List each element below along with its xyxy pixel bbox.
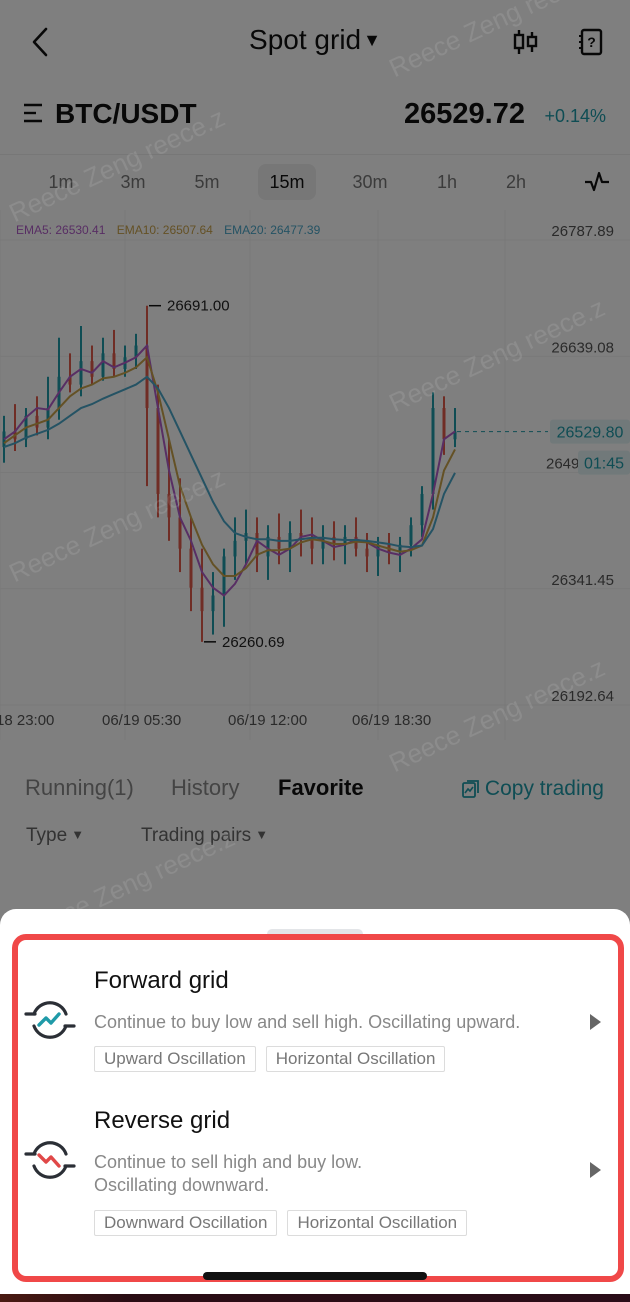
candle-body xyxy=(200,587,204,612)
price-chart[interactable]: 26787.89 26639.08 2649 26341.45 26192.64 18 2… xyxy=(0,210,630,740)
interval-2h[interactable]: 2h xyxy=(497,164,535,200)
candle-body xyxy=(167,493,171,518)
candle-body xyxy=(420,493,424,526)
menu-lines-icon xyxy=(24,103,42,123)
interval-1m[interactable]: 1m xyxy=(40,164,82,200)
interval-1h[interactable]: 1h xyxy=(428,164,466,200)
candlestick-chart: 26787.89 26639.08 2649 26341.45 26192.64 18 2… xyxy=(0,210,630,740)
page-title: Spot grid xyxy=(249,24,362,55)
y-axis-label: 26192.64 xyxy=(551,688,614,705)
candlestick-chart-button[interactable] xyxy=(508,24,544,60)
candle-body xyxy=(156,408,160,494)
caret-down-icon: ▼ xyxy=(71,827,85,842)
copy-trading-label: Copy trading xyxy=(484,777,604,800)
forward-grid-description: Continue to buy low and sell high. Oscil… xyxy=(94,1011,520,1034)
candle-body xyxy=(90,361,94,377)
top-bar: Spot grid ▼ ? xyxy=(0,0,630,84)
forward-grid-icon xyxy=(24,1001,76,1039)
type-filter[interactable]: Type ▼ xyxy=(26,825,84,847)
reverse-grid-option[interactable]: Reverse grid Continue to sell high and b… xyxy=(0,1099,630,1239)
indicator-button[interactable] xyxy=(584,170,610,194)
pair-symbol[interactable]: BTC/USDT xyxy=(55,98,197,130)
grid-tabs: Running(1) History Favorite Copy trading xyxy=(0,775,630,815)
candle-body xyxy=(189,548,193,588)
pair-menu-button[interactable] xyxy=(22,101,48,125)
x-axis-label: 06/19 05:30 xyxy=(102,712,181,729)
y-axis-label: 26787.89 xyxy=(551,223,614,240)
description-line: Continue to buy low and sell high. Oscil… xyxy=(94,1012,521,1032)
ema5-label: EMA5: 26530.41 xyxy=(16,223,106,237)
tab-running[interactable]: Running(1) xyxy=(25,775,134,801)
y-axis-label: 2649 xyxy=(546,456,579,473)
system-taskbar xyxy=(0,1294,630,1302)
ema-line-ema20 xyxy=(3,375,456,549)
svg-text:?: ? xyxy=(587,34,596,50)
current-price-label: 26529.80 xyxy=(557,425,624,442)
interval-tabs: 1m 3m 5m 15m 30m 1h 2h xyxy=(0,164,630,204)
divider xyxy=(0,154,630,155)
x-axis-label: 06/19 18:30 xyxy=(352,712,431,729)
price-change: +0.14% xyxy=(544,106,606,126)
y-axis-label: 26639.08 xyxy=(551,339,614,356)
x-axis-label: 06/19 12:00 xyxy=(228,712,307,729)
arrow-right-icon xyxy=(590,1162,601,1178)
x-axis-label: 18 23:00 xyxy=(0,712,54,729)
y-axis-label: 26341.45 xyxy=(551,572,614,589)
max-price-label: 26691.00 xyxy=(167,298,230,315)
forward-grid-option[interactable]: Forward grid Continue to buy low and sel… xyxy=(0,959,630,1089)
last-price: 26529.72 xyxy=(404,98,525,130)
candle-body xyxy=(442,408,446,440)
ema20-label: EMA20: 26477.39 xyxy=(224,223,321,237)
candle-body xyxy=(431,408,435,494)
interval-3m[interactable]: 3m xyxy=(112,164,154,200)
filters-row: Type ▼ Trading pairs ▼ xyxy=(0,825,630,855)
candle-body xyxy=(233,540,237,557)
home-indicator[interactable] xyxy=(203,1272,427,1280)
grid-type-sheet: Forward grid Continue to buy low and sel… xyxy=(0,909,630,1294)
tab-favorite[interactable]: Favorite xyxy=(278,775,364,801)
reverse-grid-description: Continue to sell high and buy low. Oscil… xyxy=(94,1151,362,1197)
caret-down-icon: ▼ xyxy=(363,30,381,50)
pulse-indicator-icon xyxy=(585,171,609,192)
candle-body xyxy=(101,353,105,377)
min-price-label: 26260.69 xyxy=(222,634,285,651)
candle-body xyxy=(365,548,369,557)
tag: Horizontal Oscillation xyxy=(265,1046,446,1072)
caret-down-icon: ▼ xyxy=(255,827,269,842)
help-guide-button[interactable]: ? xyxy=(573,24,609,60)
candle-body xyxy=(178,517,182,549)
trading-pairs-filter[interactable]: Trading pairs ▼ xyxy=(141,825,268,847)
interval-15m[interactable]: 15m xyxy=(258,164,316,200)
tag: Downward Oscillation xyxy=(94,1210,278,1236)
pair-bar: BTC/USDT 26529.72 +0.14% xyxy=(0,92,630,142)
candle-body xyxy=(211,595,215,612)
candle-body xyxy=(409,525,413,545)
ema-line-ema5 xyxy=(3,343,456,597)
trading-pairs-filter-label: Trading pairs xyxy=(141,825,252,846)
tag: Upward Oscillation xyxy=(94,1046,256,1072)
type-filter-label: Type xyxy=(26,825,68,846)
copy-trading-icon xyxy=(462,780,479,798)
reverse-grid-tags: Downward Oscillation Horizontal Oscillat… xyxy=(94,1210,468,1236)
interval-5m[interactable]: 5m xyxy=(186,164,228,200)
interval-30m[interactable]: 30m xyxy=(345,164,395,200)
reverse-grid-title: Reverse grid xyxy=(94,1107,231,1134)
tag: Horizontal Oscillation xyxy=(287,1210,468,1236)
candlestick-chart-icon xyxy=(513,30,538,54)
reverse-grid-icon xyxy=(24,1141,76,1179)
ema10-label: EMA10: 26507.64 xyxy=(116,223,213,237)
forward-grid-tags: Upward Oscillation Horizontal Oscillatio… xyxy=(94,1046,446,1072)
ema-legend: EMA5: 26530.41 EMA10: 26507.64 EMA20: 26… xyxy=(16,223,328,237)
copy-trading-link[interactable]: Copy trading xyxy=(461,777,604,801)
arrow-right-icon xyxy=(590,1014,601,1030)
candle-body xyxy=(277,536,281,549)
forward-grid-title: Forward grid xyxy=(94,967,229,994)
candle-body xyxy=(79,361,83,385)
tab-history[interactable]: History xyxy=(171,775,239,801)
help-guide-icon: ? xyxy=(579,28,603,56)
countdown-label: 01:45 xyxy=(584,456,624,473)
candle-body xyxy=(35,415,39,428)
description-line: Continue to sell high and buy low. xyxy=(94,1152,363,1172)
description-line: Oscillating downward. xyxy=(94,1175,270,1195)
